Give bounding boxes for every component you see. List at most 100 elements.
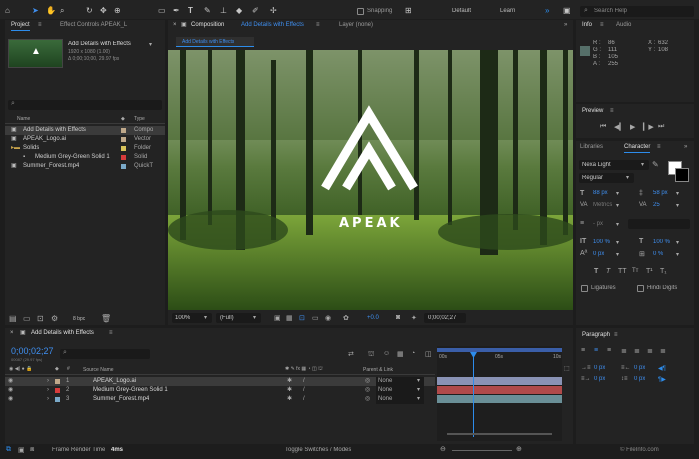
mask-visibility-icon[interactable]: ⊡ <box>299 314 305 322</box>
comp-close-icon[interactable]: × <box>173 20 177 31</box>
timeline-layer-row[interactable]: ◉ › 2 Medium Grey-Green Solid 1 ✱ / ◎ None ▾ <box>5 386 435 395</box>
tab-timeline[interactable]: Add Details with Effects <box>31 328 94 339</box>
rectangle-tool-icon[interactable]: ▭ <box>158 6 166 16</box>
tab-effect-controls[interactable]: Effect Controls APEAK_L <box>60 20 160 31</box>
toggle-switches-modes[interactable]: Toggle Switches / Modes <box>285 447 351 453</box>
info-menu-icon[interactable]: ≡ <box>600 20 604 31</box>
toggle-panels-icon[interactable]: ▣ <box>18 446 25 454</box>
resolution-dropdown[interactable]: (Full) ▾ <box>216 313 261 323</box>
home-icon[interactable]: ⌂ <box>5 6 10 16</box>
color-management-icon[interactable]: ✿ <box>343 314 349 322</box>
snapping-checkbox[interactable] <box>357 8 364 15</box>
fast-previews-icon[interactable]: ▣ <box>274 314 281 322</box>
ltr-icon[interactable]: ¶▶ <box>658 376 666 383</box>
font-size-chevron-down-icon[interactable]: ▾ <box>616 190 619 197</box>
rtl-icon[interactable]: ◀¶ <box>658 365 666 372</box>
project-search-field[interactable]: ⌕ <box>8 100 162 110</box>
snap-icon[interactable]: ⊞ <box>405 6 412 16</box>
play-icon[interactable]: ▶ <box>630 123 635 131</box>
kerning-chevron-down-icon[interactable]: ▾ <box>616 202 619 209</box>
help-search-field[interactable]: ⌕ Search Help <box>580 6 694 17</box>
col-source-name[interactable]: Source Name <box>83 367 114 373</box>
layer-label-swatch[interactable] <box>55 397 60 402</box>
hand-tool-icon[interactable]: ✋ <box>46 6 56 16</box>
quality-switch-icon[interactable]: / <box>303 395 305 404</box>
render-status-icon[interactable]: ⧉ <box>6 446 11 454</box>
quality-switch-icon[interactable]: / <box>303 377 305 386</box>
col-type[interactable]: Type <box>134 116 145 122</box>
label-color-swatch[interactable] <box>121 146 126 151</box>
tab-comp-name[interactable]: Add Details with Effects <box>241 20 304 31</box>
project-item[interactable]: ▣ Summer_Forest.mp4 QuickT <box>5 162 165 171</box>
indent-left-value[interactable]: 0 px <box>594 365 605 371</box>
horizontal-scale-chevron-down-icon[interactable]: ▾ <box>676 239 679 246</box>
brush-tool-icon[interactable]: ✎ <box>204 6 211 16</box>
justify-all-icon[interactable]: ≣ <box>660 347 666 355</box>
tab-preview[interactable]: Preview <box>582 106 603 117</box>
tab-project[interactable]: Project <box>11 20 30 31</box>
stroke-type-dropdown[interactable] <box>628 219 690 229</box>
space-before-value[interactable]: 0 px <box>634 376 645 382</box>
character-menu-icon[interactable]: ≡ <box>657 142 661 153</box>
font-style-dropdown[interactable]: Regular ▾ <box>579 173 634 183</box>
tab-character[interactable]: Character <box>624 142 651 153</box>
visibility-eye-icon[interactable]: ◉ <box>8 395 13 404</box>
twirl-chevron-icon[interactable]: › <box>47 377 49 386</box>
first-frame-icon[interactable]: ⏮ <box>600 123 606 131</box>
motion-blur-icon[interactable]: ◔ <box>411 350 415 357</box>
tab-paragraph[interactable]: Paragraph <box>582 330 610 341</box>
baseline-chevron-down-icon[interactable]: ▾ <box>616 251 619 258</box>
work-area-bar[interactable] <box>437 348 562 352</box>
label-color-swatch[interactable] <box>121 164 126 169</box>
bpc-label[interactable]: 8 bpc <box>73 316 85 322</box>
visibility-eye-icon[interactable]: ◉ <box>8 377 13 386</box>
eyedropper-icon[interactable]: ✎ <box>652 160 659 169</box>
layer-switch-icon[interactable]: ✱ <box>287 386 292 395</box>
comp-expand-icon[interactable]: » <box>564 20 567 31</box>
project-item[interactable]: ▪ Medium Grey-Green Solid 1 Solid <box>5 153 165 162</box>
small-caps-icon[interactable]: Tт <box>632 268 638 274</box>
align-right-icon[interactable]: ≡ <box>607 347 611 354</box>
rotate-tool-icon[interactable]: ↻ <box>86 6 93 16</box>
superscript-icon[interactable]: T¹ <box>646 268 653 275</box>
stroke-width-chevron-down-icon[interactable]: ▾ <box>616 221 619 228</box>
comp-menu-icon[interactable]: ≡ <box>316 20 320 31</box>
playhead-handle[interactable] <box>470 352 477 358</box>
zoom-out-icon[interactable]: ⊖ <box>440 445 446 453</box>
workspace-learn[interactable]: Learn <box>500 8 515 14</box>
snapshot-icon[interactable]: ◙ <box>396 314 400 321</box>
ligatures-checkbox[interactable] <box>581 285 588 292</box>
label-color-swatch[interactable] <box>121 128 126 133</box>
tab-libraries[interactable]: Libraries <box>580 142 603 153</box>
timeline-layer-row[interactable]: ◉ › 1 APEAK_Logo.ai ✱ / ◎ None ▾ <box>5 377 435 386</box>
exposure-value[interactable]: +0.0 <box>367 315 379 321</box>
indent-right-value[interactable]: 0 px <box>634 365 645 371</box>
channels-icon[interactable]: ◉ <box>325 314 331 322</box>
pan-behind-tool-icon[interactable]: ⊕ <box>114 6 121 16</box>
quality-switch-icon[interactable]: / <box>303 386 305 395</box>
parent-pick-whip-icon[interactable]: ◎ <box>365 395 370 404</box>
selected-item-dropdown-icon[interactable]: ▾ <box>149 41 152 48</box>
timeline-timecode[interactable]: 0;00;02;27 <box>11 346 54 356</box>
zoom-in-icon[interactable]: ⊕ <box>516 445 522 453</box>
layer-label-swatch[interactable] <box>55 388 60 393</box>
delete-icon[interactable]: 🗑 <box>101 314 111 323</box>
first-line-indent-value[interactable]: 0 px <box>594 376 605 382</box>
next-frame-icon[interactable]: ▎▶ <box>643 123 654 131</box>
layer-duration-bar[interactable] <box>437 377 562 385</box>
zoom-tool-icon[interactable]: ⌕ <box>60 6 64 16</box>
justify-right-icon[interactable]: ≣ <box>647 347 653 355</box>
col-name[interactable]: Name <box>17 116 30 122</box>
kerning-value[interactable]: Metrics <box>593 202 612 208</box>
tracking-value[interactable]: 25 <box>653 202 660 208</box>
character-expand-icon[interactable]: » <box>684 142 687 153</box>
timeline-search-field[interactable]: ⌕ <box>60 349 150 359</box>
timeline-close-icon[interactable]: × <box>10 328 14 339</box>
comp-timecode-field[interactable]: 0;00;02;27 <box>424 313 466 323</box>
layer-switch-icon[interactable]: ✱ <box>287 395 292 404</box>
tab-composition[interactable]: Composition <box>191 20 224 31</box>
roto-brush-tool-icon[interactable]: ✐ <box>252 6 259 16</box>
label-color-swatch[interactable] <box>121 155 126 160</box>
transparency-grid-icon[interactable]: ▦ <box>286 314 293 322</box>
last-frame-icon[interactable]: ⏭ <box>658 123 664 131</box>
